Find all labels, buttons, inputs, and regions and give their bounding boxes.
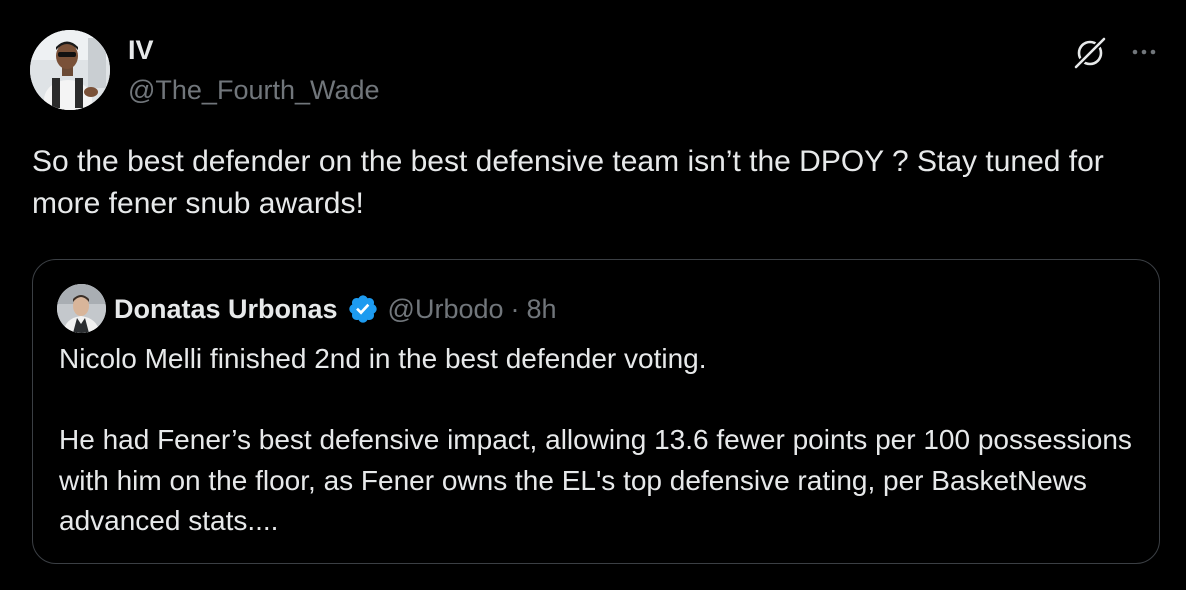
more-options-icon[interactable] (1127, 40, 1161, 64)
tweet-text: So the best defender on the best defensi… (32, 145, 1113, 220)
verified-badge-icon (348, 295, 377, 323)
quoted-tweet-card[interactable]: Donatas Urbonas @Urbodo · 8h Nicolo Mell… (32, 259, 1160, 564)
quoted-author-avatar[interactable] (57, 284, 106, 333)
author-avatar[interactable] (30, 30, 110, 110)
quoted-tweet-header: Donatas Urbonas @Urbodo · 8h (114, 289, 557, 329)
quoted-author-name[interactable]: Donatas Urbonas (114, 294, 338, 325)
quoted-author-handle[interactable]: @Urbodo (388, 294, 504, 325)
quoted-tweet-text: Nicolo Melli finished 2nd in the best de… (59, 339, 1139, 542)
ellipsis-icon (1132, 49, 1156, 55)
author-name[interactable]: IV (128, 34, 154, 66)
quoted-avatar-photo (57, 284, 106, 333)
tweet-card: IV @The_Fourth_Wade So the best defender… (0, 0, 1186, 590)
author-handle[interactable]: @The_Fourth_Wade (128, 73, 380, 107)
avatar-photo (30, 30, 110, 110)
quoted-tweet-timestamp[interactable]: 8h (527, 294, 557, 325)
quoted-paragraph-1: Nicolo Melli finished 2nd in the best de… (59, 343, 707, 374)
grok-icon-glyph (1074, 37, 1106, 69)
separator-dot: · (510, 293, 520, 324)
grok-icon[interactable] (1071, 34, 1109, 72)
quoted-paragraph-2: He had Fener’s best defensive impact, al… (59, 424, 1140, 536)
